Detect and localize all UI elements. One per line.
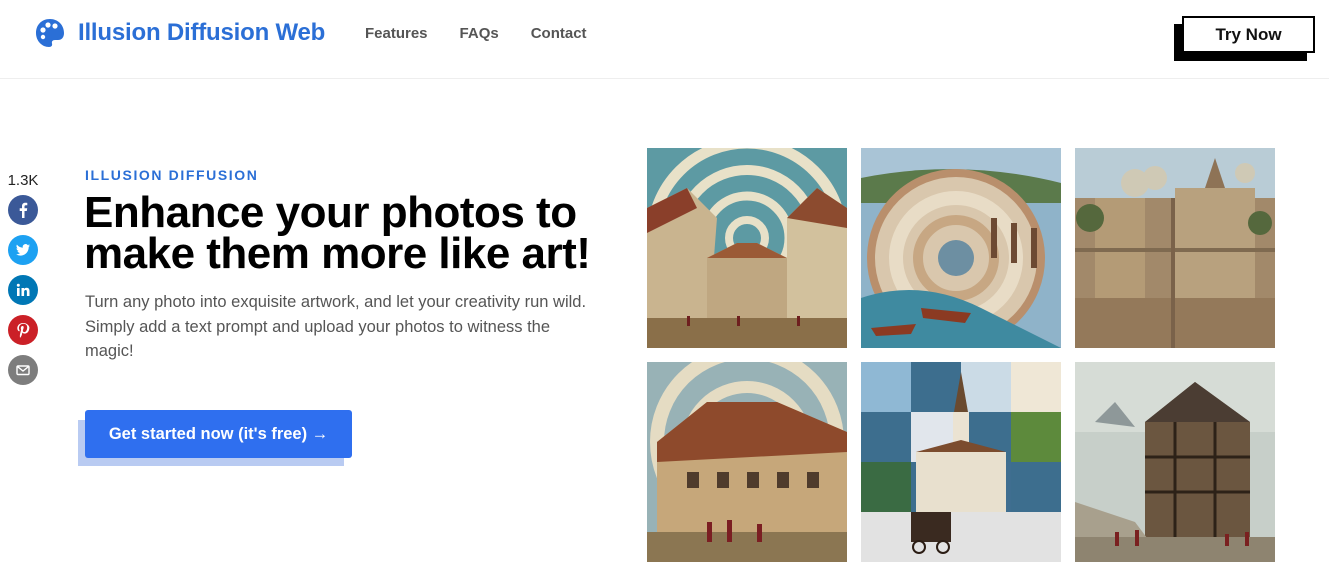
gallery-image-spiral-houses <box>647 362 847 562</box>
hero-eyebrow: ILLUSION DIFFUSION <box>85 167 259 183</box>
pinterest-share-button[interactable] <box>8 315 38 345</box>
linkedin-icon <box>16 283 30 296</box>
facebook-icon <box>19 202 28 218</box>
try-now-wrapper: Try Now <box>1174 16 1315 61</box>
brand-link[interactable]: Illusion Diffusion Web <box>34 17 325 49</box>
main-nav: Features FAQs Contact <box>365 25 587 42</box>
email-share-button[interactable] <box>8 355 38 385</box>
pinterest-icon <box>17 323 30 338</box>
nav-faqs[interactable]: FAQs <box>460 25 499 42</box>
twitter-share-button[interactable] <box>8 235 38 265</box>
share-count: 1.3K <box>7 172 39 189</box>
site-header: Illusion Diffusion Web Features FAQs Con… <box>0 0 1329 79</box>
try-now-button[interactable]: Try Now <box>1182 16 1315 53</box>
gallery-image-castle <box>1075 148 1275 348</box>
gallery-image-timber-house <box>1075 362 1275 562</box>
hero-description: Turn any photo into exquisite artwork, a… <box>85 293 587 360</box>
palette-icon <box>36 19 64 47</box>
linkedin-share-button[interactable] <box>8 275 38 305</box>
cta-wrapper: Get started now (it's free) → <box>78 410 352 466</box>
facebook-share-button[interactable] <box>8 195 38 225</box>
social-share-bar: 1.3K <box>6 172 40 395</box>
gallery-image-checkerboard-church <box>861 362 1061 562</box>
gallery-image-spiral-village <box>647 148 847 348</box>
email-icon <box>16 365 30 376</box>
brand-name: Illusion Diffusion Web <box>78 19 326 46</box>
hero-title: Enhance your photos to make them more li… <box>84 188 591 278</box>
nav-contact[interactable]: Contact <box>531 25 587 42</box>
example-gallery <box>647 148 1276 563</box>
twitter-icon <box>16 244 30 256</box>
nav-features[interactable]: Features <box>365 25 428 42</box>
get-started-button[interactable]: Get started now (it's free) → <box>85 410 352 458</box>
gallery-image-spiral-canal <box>861 148 1061 348</box>
